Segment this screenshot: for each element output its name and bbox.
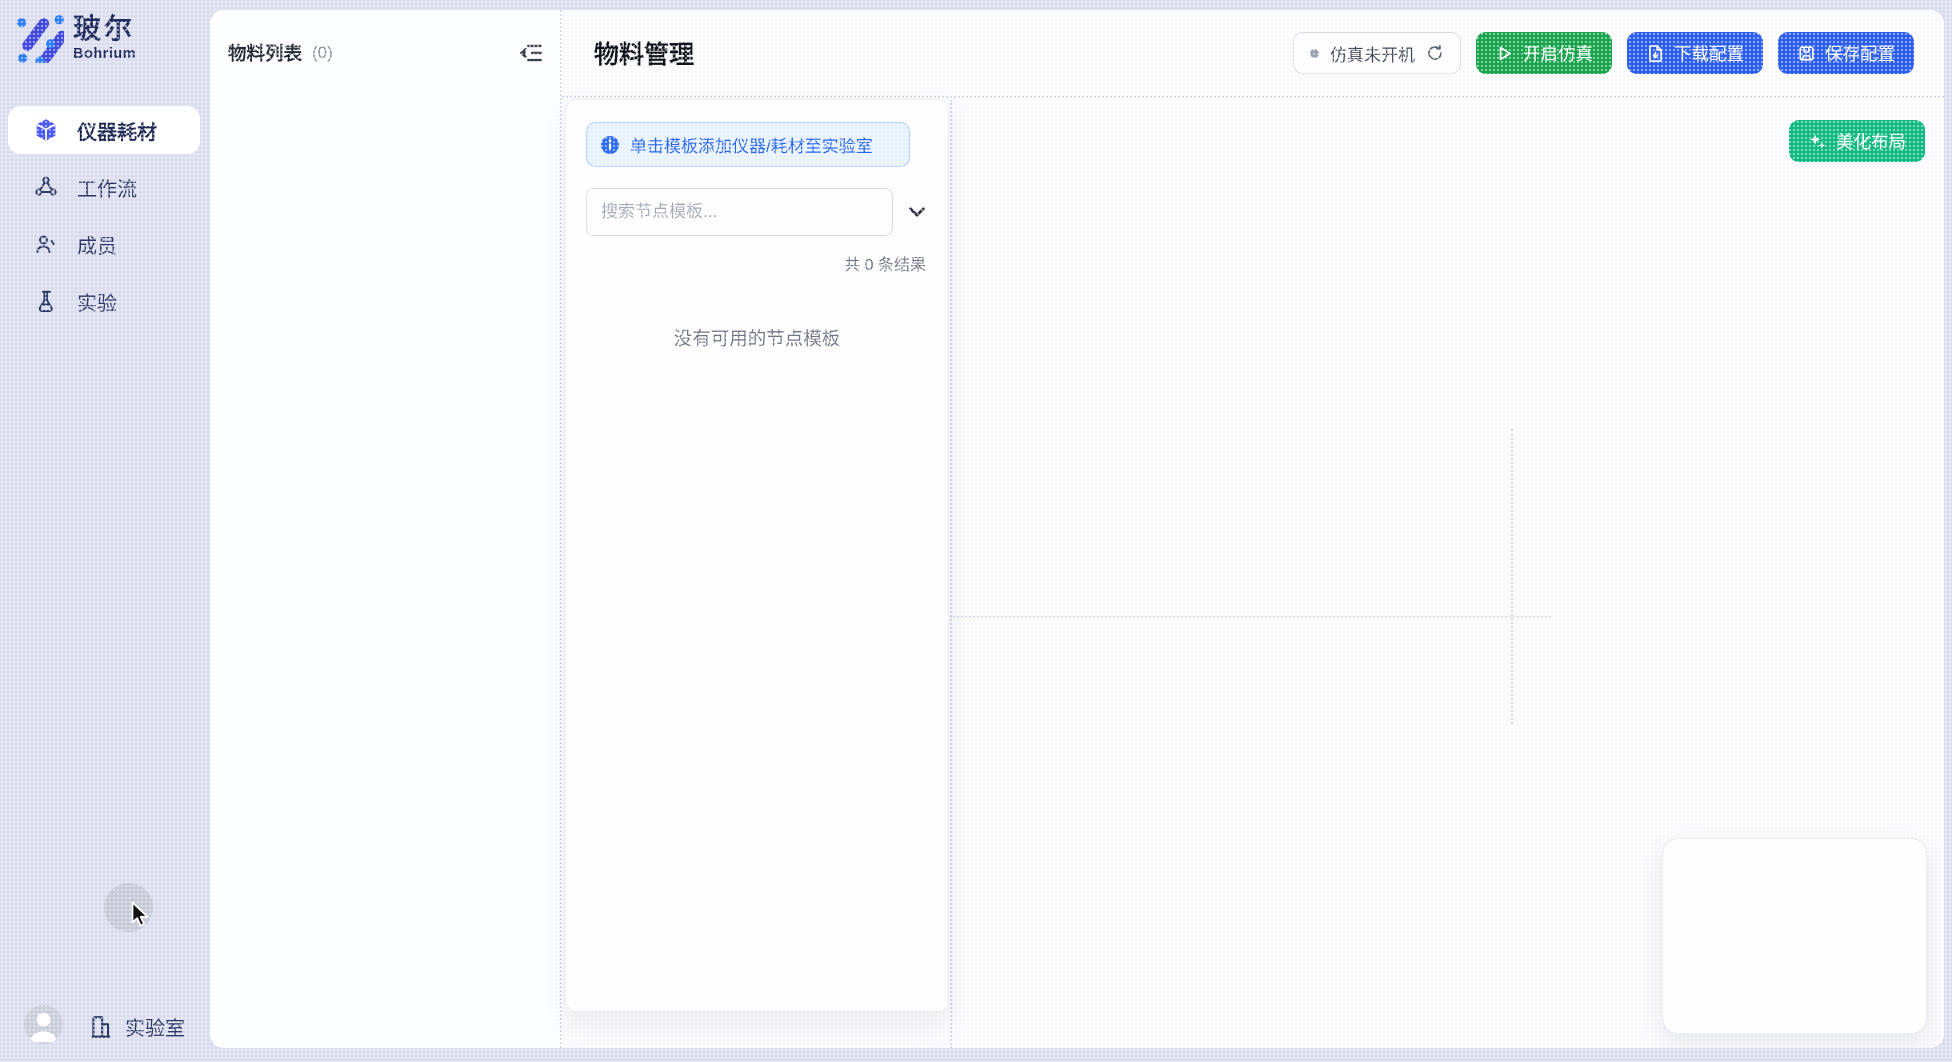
main-content-card: 物料列表 (0) 物料管理 仿真未开机	[210, 10, 1944, 1048]
results-count: 共 0 条结果	[586, 251, 928, 275]
beautify-layout-button[interactable]: 美化布局	[1789, 120, 1925, 162]
sparkles-icon	[1808, 132, 1827, 151]
bohrium-logo-icon	[14, 11, 64, 63]
canvas-body: 单击模板添加仪器/耗材至实验室 共 0 条结果 没有可用的节点模板 美化布局	[562, 100, 1944, 1048]
file-download-icon	[1646, 44, 1665, 63]
sidebar-item-instruments[interactable]: 仪器耗材	[8, 106, 200, 154]
workflow-icon	[34, 175, 58, 199]
test-tube-icon	[34, 289, 58, 313]
sidebar-item-label: 实验	[77, 287, 117, 316]
canvas-guide-line	[950, 616, 1551, 618]
brand-logo[interactable]: 玻尔 Bohrium	[14, 11, 136, 63]
simulation-canvas: 物料管理 仿真未开机 开启仿真	[562, 10, 1944, 1048]
sidebar-item-label: 成员	[77, 230, 117, 259]
template-hint-text: 单击模板添加仪器/耗材至实验室	[630, 132, 873, 157]
materials-count: (0)	[312, 43, 333, 63]
canvas-guide-line	[1511, 429, 1513, 724]
workspace-switcher[interactable]: 实验室	[88, 1012, 185, 1041]
sidebar-item-label: 工作流	[77, 173, 137, 202]
sidebar-item-workflow[interactable]: 工作流	[8, 163, 200, 211]
empty-template-message: 没有可用的节点模板	[586, 325, 928, 351]
sidebar-item-members[interactable]: 成员	[8, 220, 200, 268]
page-title: 物料管理	[594, 35, 694, 71]
template-hint-banner: 单击模板添加仪器/耗材至实验室	[586, 122, 910, 167]
canvas-header: 物料管理 仿真未开机 开启仿真	[562, 10, 1944, 98]
avatar[interactable]	[24, 1005, 63, 1044]
save-icon	[1797, 44, 1816, 63]
simulation-status-pill: 仿真未开机	[1293, 32, 1461, 74]
brand-name-en: Bohrium	[73, 46, 136, 62]
node-template-panel: 单击模板添加仪器/耗材至实验室 共 0 条结果 没有可用的节点模板	[565, 99, 949, 1012]
search-node-template-input[interactable]	[586, 188, 893, 236]
sidebar-footer: 实验室	[0, 992, 210, 1062]
refresh-icon[interactable]	[1426, 44, 1444, 62]
person-icon	[24, 1005, 63, 1044]
building-icon	[88, 1014, 114, 1040]
save-config-button[interactable]: 保存配置	[1778, 32, 1914, 74]
materials-list-panel: 物料列表 (0)	[210, 10, 562, 1048]
sidebar-nav: 仪器耗材 工作流 成员 实验	[8, 106, 200, 325]
sidebar-item-label: 仪器耗材	[77, 116, 157, 145]
workspace-label: 实验室	[125, 1012, 185, 1041]
members-icon	[34, 232, 58, 256]
play-icon	[1495, 44, 1514, 63]
chevron-down-icon[interactable]	[906, 201, 928, 223]
materials-list-title: 物料列表	[228, 40, 302, 66]
canvas-guide-line	[950, 100, 952, 1048]
status-dot-icon	[1310, 49, 1319, 58]
collapse-panel-button[interactable]	[518, 40, 544, 66]
sidebar-item-experiments[interactable]: 实验	[8, 277, 200, 325]
status-label: 仿真未开机	[1330, 41, 1415, 66]
start-simulation-button[interactable]: 开启仿真	[1476, 32, 1612, 74]
mouse-cursor	[126, 900, 154, 930]
brand-name-zh: 玻尔	[73, 12, 136, 46]
info-icon	[600, 135, 620, 155]
download-config-button[interactable]: 下载配置	[1627, 32, 1763, 74]
minimap[interactable]	[1662, 838, 1927, 1034]
cube-icon	[34, 118, 58, 142]
